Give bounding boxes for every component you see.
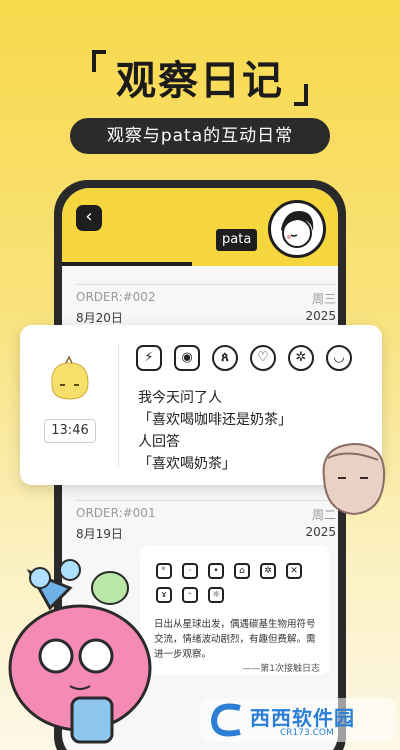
chat-log-text: 我今天问了人 「喜欢喝咖啡还是奶茶」 人回答 「喜欢喝奶茶」 (138, 387, 292, 475)
pata-avatar-illustration (281, 211, 314, 248)
card-divider (118, 343, 119, 467)
dot-icon: · (182, 563, 198, 579)
entry-year: 2025 (305, 309, 336, 323)
gear-icon: ✲ (260, 563, 276, 579)
chat-line: 人回答 (138, 434, 180, 450)
heart-icon[interactable]: ♡ (250, 345, 276, 371)
chat-line: 「喜欢喝奶茶」 (138, 456, 236, 472)
beige-character-illustration (322, 442, 386, 516)
run-icon[interactable]: ⚡ (136, 345, 162, 371)
log-time: 13:46 (44, 419, 96, 443)
site-watermark: 西西软件园 CR173.COM (200, 698, 396, 742)
observer-avatar (51, 355, 89, 400)
watermark-text: 西西软件园 (250, 706, 355, 730)
ribbon-icon[interactable]: ጰ (212, 345, 238, 371)
home-icon: ⌂ (234, 563, 250, 579)
mood-icon-row: ⚡ ◉ ጰ ♡ ✲ ◡ (136, 345, 352, 371)
order-number: ORDER:#001 (76, 506, 156, 520)
subheadline-pill: 观察与pata的互动日常 (70, 118, 330, 154)
face-icon: ᵕ (182, 587, 198, 603)
entry-weekday: 周三 (311, 292, 336, 306)
headline-title: 观察日记 (116, 58, 284, 104)
camera-icon[interactable]: ◉ (174, 345, 200, 371)
diary-signature: ——第1次接触日志 (242, 664, 320, 674)
watermark-logo-icon (210, 703, 241, 737)
smile-icon[interactable]: ◡ (326, 345, 352, 371)
entry-date: 8月20日 (76, 311, 123, 325)
mini-icon-grid: ᵏ · • ⌂ ✲ ✕ ɤ ᵕ ☼ (156, 563, 308, 603)
header-underline (62, 262, 192, 266)
pata-tag: pata (216, 229, 258, 251)
cross-icon: ✕ (286, 563, 302, 579)
pink-character-illustration (8, 559, 152, 744)
diary-text: 日出从星球出发，偶遇碳基生物用符号交流，情绪波动剧烈，有趣但费解。需进一步观察。 (154, 619, 316, 660)
gear-face-icon[interactable]: ✲ (288, 345, 314, 371)
entry-divider (76, 500, 336, 501)
sun-icon: ☼ (208, 587, 224, 603)
entry-date: 8月19日 (76, 527, 123, 541)
pata-avatar[interactable] (268, 200, 326, 258)
order-number: ORDER:#002 (76, 290, 156, 304)
chat-line: 「喜欢喝咖啡还是奶茶」 (138, 412, 292, 428)
entry-year: 2025 (305, 525, 336, 539)
app-header: ‹ pata (62, 188, 338, 266)
entry-divider (76, 284, 336, 285)
circle-icon: • (208, 563, 224, 579)
chat-line: 我今天问了人 (138, 390, 222, 406)
headline-bracket-right (294, 84, 308, 106)
back-arrow-icon[interactable]: ‹ (76, 205, 102, 231)
watermark-subtext: CR173.COM (280, 728, 334, 738)
